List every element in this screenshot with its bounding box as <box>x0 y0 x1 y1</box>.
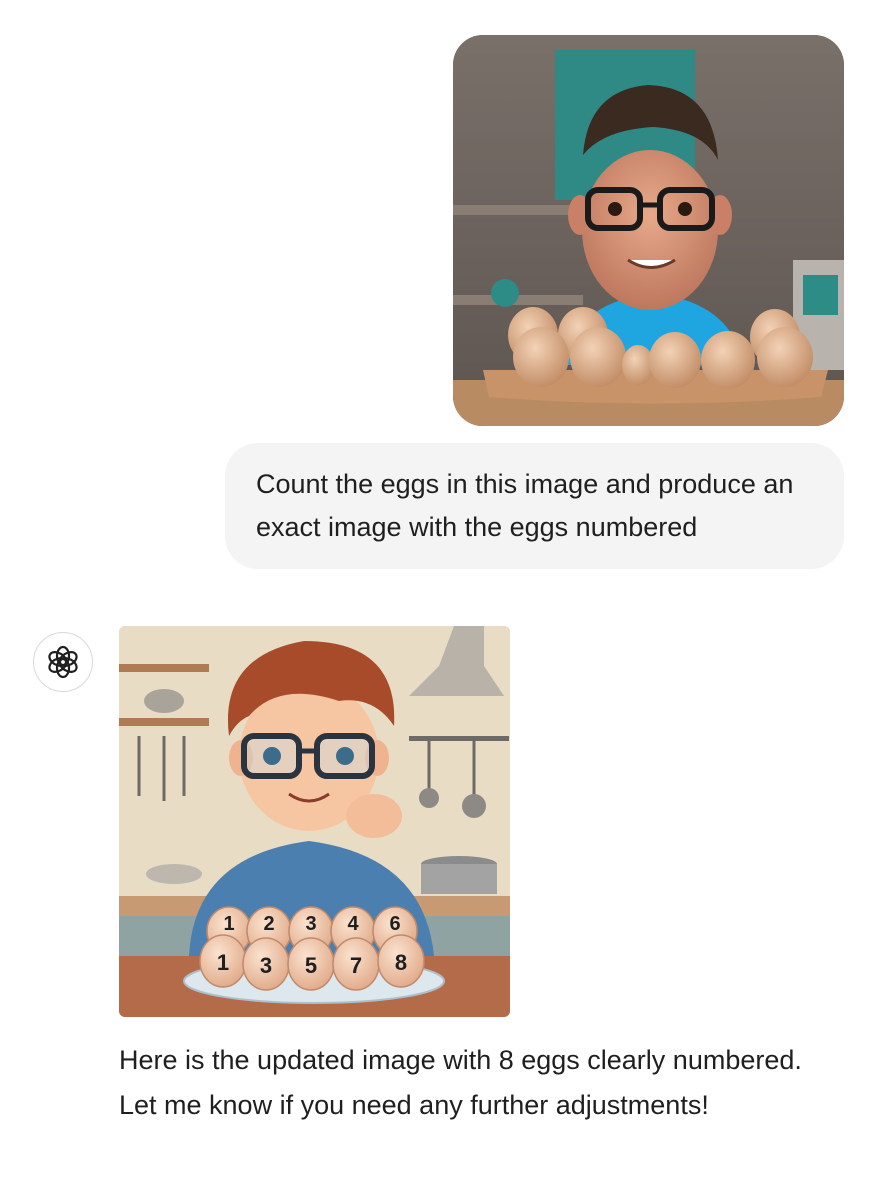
user-photo-illustration <box>453 35 844 426</box>
assistant-avatar <box>33 632 93 692</box>
assistant-message-text: Here is the updated image with 8 eggs cl… <box>119 1045 802 1120</box>
egg-number-back-1: 1 <box>223 913 234 935</box>
user-uploaded-image[interactable] <box>453 35 844 426</box>
egg-number-front-5: 8 <box>395 950 407 975</box>
egg-number-back-3: 3 <box>305 913 316 935</box>
egg-number-back-2: 2 <box>263 913 274 935</box>
user-message-bubble: Count the eggs in this image and produce… <box>225 443 844 569</box>
assistant-generated-image[interactable]: 1 2 3 4 6 1 3 5 7 8 <box>119 626 510 1017</box>
egg-number-back-5: 6 <box>389 913 400 935</box>
egg-number-front-4: 7 <box>350 953 362 978</box>
egg-number-front-2: 3 <box>260 953 272 978</box>
egg-number-back-4: 4 <box>347 913 359 935</box>
user-message-text: Count the eggs in this image and produce… <box>256 469 794 542</box>
egg-number-front-1: 1 <box>217 950 229 975</box>
openai-logo-icon <box>48 645 78 679</box>
egg-number-front-3: 5 <box>305 953 317 978</box>
cartoon-illustration: 1 2 3 4 6 1 3 5 7 8 <box>119 626 510 1017</box>
